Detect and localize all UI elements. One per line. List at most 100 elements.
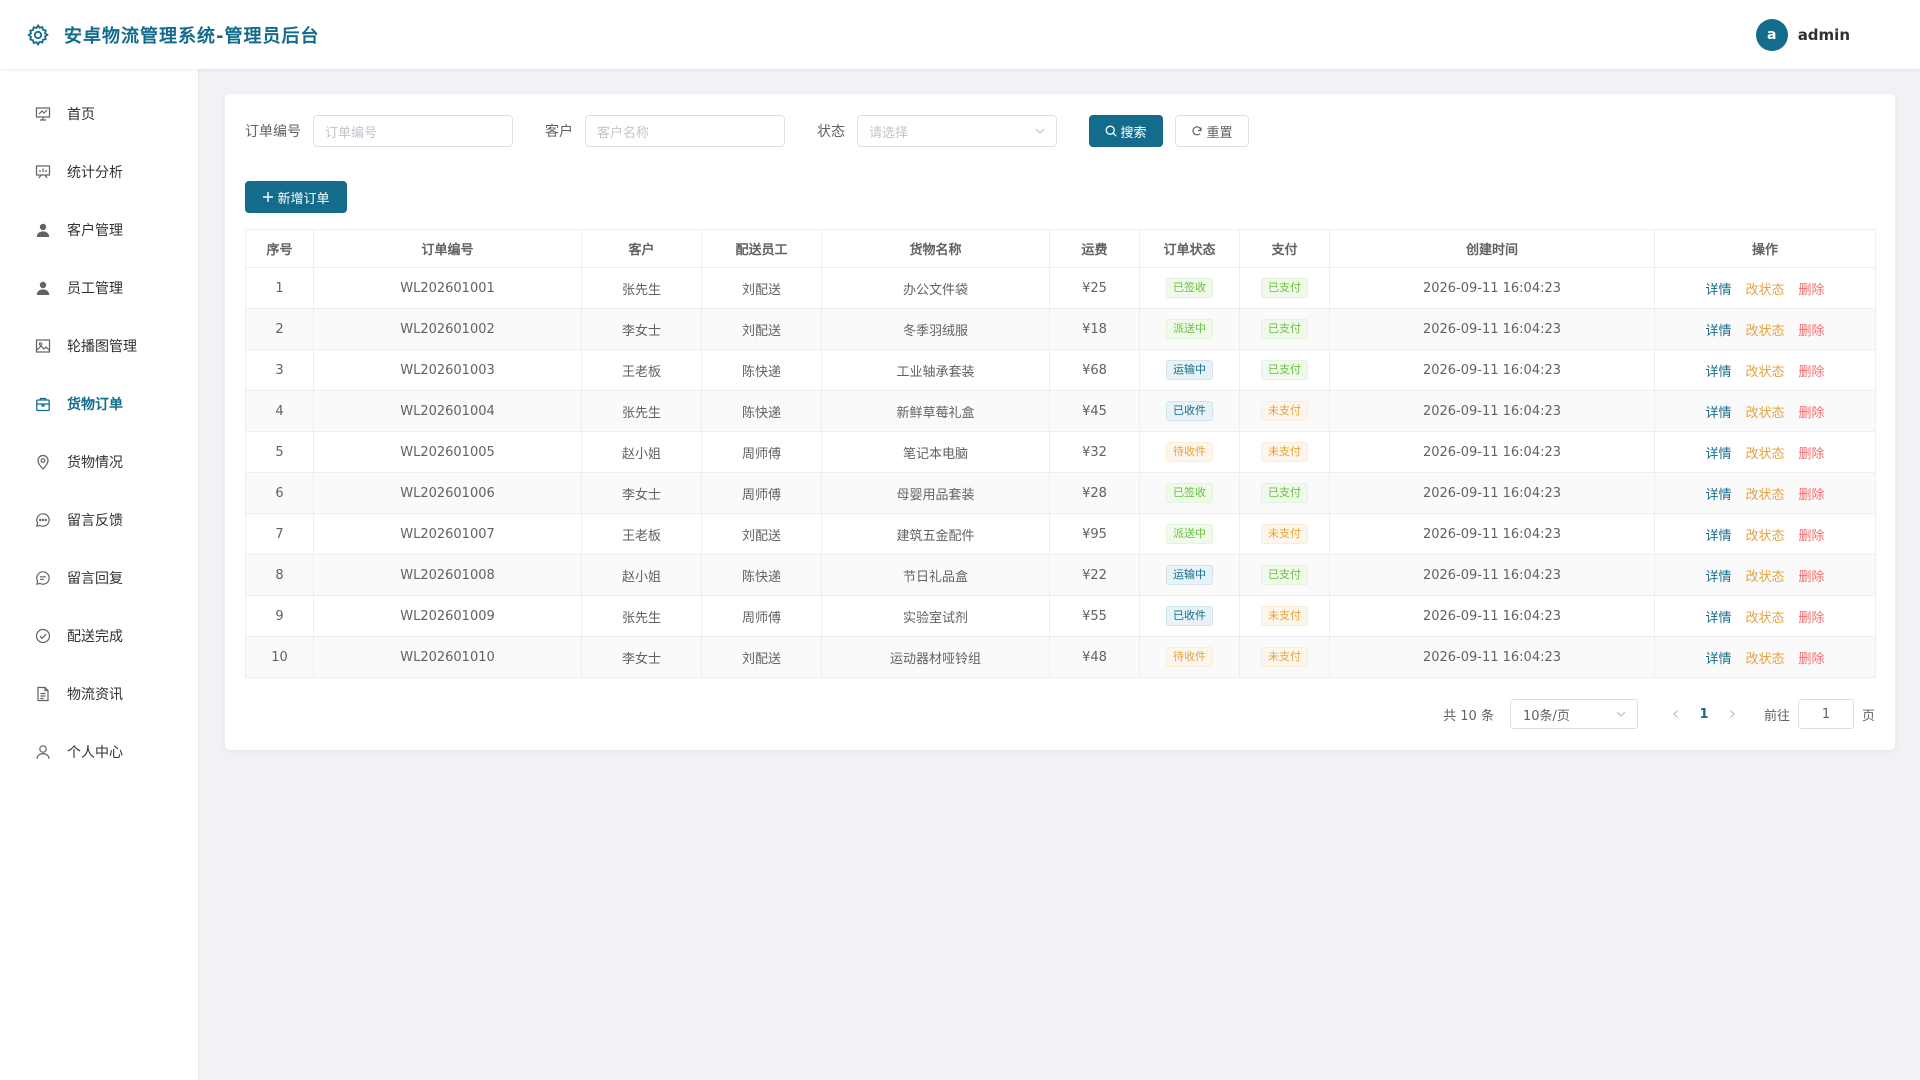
sidebar-item-11[interactable]: 个人中心 bbox=[0, 723, 198, 781]
cell-created: 2026-09-11 16:04:23 bbox=[1329, 267, 1655, 309]
next-page-button[interactable] bbox=[1720, 709, 1744, 719]
change-status-link[interactable]: 改状态 bbox=[1745, 652, 1784, 667]
detail-link[interactable]: 详情 bbox=[1705, 283, 1731, 298]
user-filled-icon bbox=[34, 279, 52, 297]
cell-customer: 李女士 bbox=[581, 308, 702, 350]
change-status-link[interactable]: 改状态 bbox=[1745, 570, 1784, 585]
cell-pay: 已支付 bbox=[1239, 472, 1330, 514]
chart-board-icon bbox=[34, 163, 52, 181]
sidebar-item-5[interactable]: 货物订单 bbox=[0, 375, 198, 433]
cell-courier: 周师傅 bbox=[701, 472, 822, 514]
cell-goods: 冬季羽绒服 bbox=[821, 308, 1050, 350]
detail-link[interactable]: 详情 bbox=[1705, 652, 1731, 667]
sidebar-item-label: 配送完成 bbox=[67, 629, 123, 645]
pay-badge: 已支付 bbox=[1261, 319, 1308, 339]
detail-link[interactable]: 详情 bbox=[1705, 611, 1731, 626]
delete-link[interactable]: 删除 bbox=[1799, 283, 1825, 298]
cell-fee: ¥32 bbox=[1049, 431, 1140, 473]
cell-idx: 7 bbox=[245, 513, 314, 555]
cell-created: 2026-09-11 16:04:23 bbox=[1329, 595, 1655, 637]
page-number-current[interactable]: 1 bbox=[1688, 707, 1720, 722]
cell-pay: 未支付 bbox=[1239, 431, 1330, 473]
cell-courier: 刘配送 bbox=[701, 513, 822, 555]
prev-page-button[interactable] bbox=[1664, 709, 1688, 719]
cell-fee: ¥22 bbox=[1049, 554, 1140, 596]
cell-pay: 已支付 bbox=[1239, 308, 1330, 350]
sidebar-item-6[interactable]: 货物情况 bbox=[0, 433, 198, 491]
cell-actions: 详情 改状态 删除 bbox=[1654, 595, 1876, 637]
status-badge: 派送中 bbox=[1166, 319, 1213, 339]
sidebar-item-2[interactable]: 客户管理 bbox=[0, 201, 198, 259]
detail-link[interactable]: 详情 bbox=[1705, 406, 1731, 421]
search-button[interactable]: 搜索 bbox=[1089, 115, 1163, 147]
status-select[interactable]: 请选择 bbox=[857, 115, 1057, 147]
change-status-link[interactable]: 改状态 bbox=[1745, 324, 1784, 339]
status-badge: 已签收 bbox=[1166, 483, 1213, 503]
change-status-link[interactable]: 改状态 bbox=[1745, 529, 1784, 544]
cell-courier: 陈快递 bbox=[701, 349, 822, 391]
detail-link[interactable]: 详情 bbox=[1705, 488, 1731, 503]
order-no-input[interactable]: 订单编号 bbox=[313, 115, 513, 147]
cell-courier: 陈快递 bbox=[701, 554, 822, 596]
username[interactable]: admin bbox=[1798, 26, 1850, 44]
cell-order-no: WL202601009 bbox=[313, 595, 582, 637]
pay-badge: 未支付 bbox=[1261, 647, 1308, 667]
sidebar-item-4[interactable]: 轮播图管理 bbox=[0, 317, 198, 375]
add-order-button[interactable]: 新增订单 bbox=[245, 181, 347, 213]
customer-input[interactable]: 客户名称 bbox=[585, 115, 785, 147]
status-badge: 已收件 bbox=[1166, 401, 1213, 421]
delete-link[interactable]: 删除 bbox=[1799, 652, 1825, 667]
cell-order-no: WL202601002 bbox=[313, 308, 582, 350]
page-size-select[interactable]: 10条/页 bbox=[1509, 699, 1638, 729]
sidebar-item-label: 轮播图管理 bbox=[67, 339, 137, 355]
refresh-icon bbox=[1192, 126, 1203, 136]
delete-link[interactable]: 删除 bbox=[1799, 324, 1825, 339]
sidebar-item-0[interactable]: 首页 bbox=[0, 85, 198, 143]
sidebar-item-1[interactable]: 统计分析 bbox=[0, 143, 198, 201]
cell-customer: 张先生 bbox=[581, 390, 702, 432]
column-header: 操作 bbox=[1654, 229, 1876, 268]
change-status-link[interactable]: 改状态 bbox=[1745, 365, 1784, 380]
reset-button[interactable]: 重置 bbox=[1175, 115, 1249, 147]
sidebar-item-3[interactable]: 员工管理 bbox=[0, 259, 198, 317]
change-status-link[interactable]: 改状态 bbox=[1745, 406, 1784, 421]
cell-customer: 赵小姐 bbox=[581, 554, 702, 596]
sidebar-item-label: 个人中心 bbox=[67, 745, 123, 761]
delete-link[interactable]: 删除 bbox=[1799, 488, 1825, 503]
change-status-link[interactable]: 改状态 bbox=[1745, 447, 1784, 462]
detail-link[interactable]: 详情 bbox=[1705, 324, 1731, 339]
delete-link[interactable]: 删除 bbox=[1799, 570, 1825, 585]
cell-actions: 详情 改状态 删除 bbox=[1654, 513, 1876, 555]
table-row: 6 WL202601006 李女士 周师傅 母婴用品套装 ¥28 已签收 已支付 2026-09… bbox=[245, 472, 1876, 514]
status-badge: 已收件 bbox=[1166, 606, 1213, 626]
page-jump-input[interactable]: 1 bbox=[1797, 699, 1854, 729]
sidebar-item-7[interactable]: 留言反馈 bbox=[0, 491, 198, 549]
delete-link[interactable]: 删除 bbox=[1799, 365, 1825, 380]
change-status-link[interactable]: 改状态 bbox=[1745, 488, 1784, 503]
cell-created: 2026-09-11 16:04:23 bbox=[1329, 308, 1655, 350]
sidebar-item-label: 统计分析 bbox=[67, 165, 123, 181]
table-row: 5 WL202601005 赵小姐 周师傅 笔记本电脑 ¥32 待收件 未支付 2026-09-… bbox=[245, 431, 1876, 473]
avatar[interactable]: a bbox=[1755, 18, 1788, 51]
pay-badge: 未支付 bbox=[1261, 401, 1308, 421]
cell-customer: 赵小姐 bbox=[581, 431, 702, 473]
cell-fee: ¥55 bbox=[1049, 595, 1140, 637]
delete-link[interactable]: 删除 bbox=[1799, 529, 1825, 544]
sidebar-item-8[interactable]: 留言回复 bbox=[0, 549, 198, 607]
detail-link[interactable]: 详情 bbox=[1705, 529, 1731, 544]
delete-link[interactable]: 删除 bbox=[1799, 406, 1825, 421]
pay-badge: 未支付 bbox=[1261, 524, 1308, 544]
reset-button-label: 重置 bbox=[1206, 125, 1233, 141]
change-status-link[interactable]: 改状态 bbox=[1745, 611, 1784, 626]
user-menu[interactable]: a admin bbox=[1755, 18, 1850, 51]
cell-created: 2026-09-11 16:04:23 bbox=[1329, 431, 1655, 473]
detail-link[interactable]: 详情 bbox=[1705, 447, 1731, 462]
sidebar-item-9[interactable]: 配送完成 bbox=[0, 607, 198, 665]
detail-link[interactable]: 详情 bbox=[1705, 365, 1731, 380]
detail-link[interactable]: 详情 bbox=[1705, 570, 1731, 585]
sidebar-item-10[interactable]: 物流资讯 bbox=[0, 665, 198, 723]
delete-link[interactable]: 删除 bbox=[1799, 447, 1825, 462]
chevron-down-icon bbox=[1034, 125, 1046, 141]
delete-link[interactable]: 删除 bbox=[1799, 611, 1825, 626]
change-status-link[interactable]: 改状态 bbox=[1745, 283, 1784, 298]
